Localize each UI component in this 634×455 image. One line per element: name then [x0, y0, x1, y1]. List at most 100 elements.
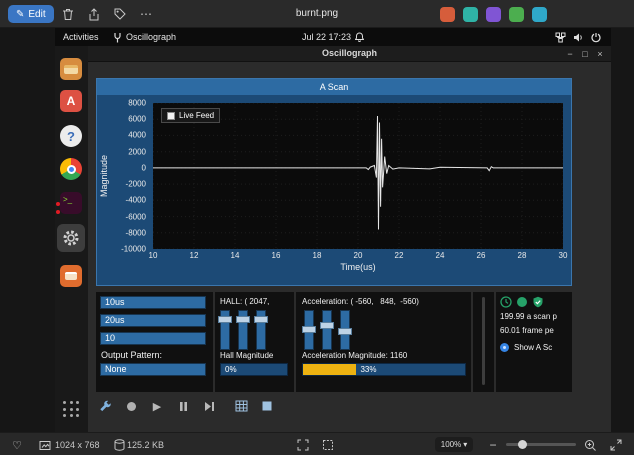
- slider-handle[interactable]: [338, 328, 352, 335]
- maximize-button[interactable]: □: [578, 47, 592, 61]
- filesize-text: 125.2 KB: [127, 440, 164, 450]
- show-a-scan-radio[interactable]: [500, 343, 509, 352]
- y-tick-label: -4000: [126, 196, 146, 205]
- x-axis-ticks: 1012141618202224262830: [153, 251, 563, 261]
- clock-menu[interactable]: Jul 22 17:23: [302, 28, 364, 46]
- panel-scrollbar[interactable]: [482, 297, 485, 385]
- play-icon[interactable]: ▶: [148, 397, 166, 415]
- zoom-out-icon[interactable]: −: [486, 438, 500, 452]
- zoom-level-value: 100%: [441, 440, 461, 449]
- network-icon[interactable]: [555, 28, 566, 46]
- timebase-10us-button[interactable]: 10us: [100, 296, 206, 309]
- scan-rate-text: 199.99 a scan p: [500, 312, 570, 321]
- timebase-20us-button[interactable]: 20us: [100, 314, 206, 327]
- zoom-slider[interactable]: [506, 443, 576, 446]
- chart-title: A Scan: [97, 79, 571, 95]
- vertical-slider[interactable]: [238, 310, 248, 350]
- focused-app-menu[interactable]: Oscillograph: [113, 28, 176, 46]
- window-body: A Scan Magnitude 80006000400020000-2000-…: [88, 62, 611, 432]
- y-tick-label: -6000: [126, 212, 146, 221]
- frame-rate-text: 60.01 frame pe: [500, 326, 570, 335]
- chevron-down-icon: ▾: [463, 440, 467, 449]
- dock-item-chrome[interactable]: [60, 158, 82, 180]
- activities-button[interactable]: Activities: [63, 28, 99, 46]
- show-applications-button[interactable]: [62, 400, 81, 419]
- skip-next-icon[interactable]: [200, 397, 218, 415]
- question-mark-icon: ?: [67, 129, 75, 144]
- taskbar-app-icon-5[interactable]: [532, 7, 547, 22]
- x-tick-label: 28: [518, 251, 527, 260]
- record-icon[interactable]: [122, 397, 140, 415]
- y-tick-label: -8000: [126, 228, 146, 237]
- slider-handle[interactable]: [236, 316, 250, 323]
- zoom-fit-best-icon[interactable]: [296, 438, 310, 452]
- dock-item-text-editor[interactable]: A: [60, 90, 82, 112]
- radio-dot: [503, 346, 506, 349]
- vertical-slider[interactable]: [220, 310, 230, 350]
- minimize-button[interactable]: −: [563, 47, 577, 61]
- zoom-slider-handle[interactable]: [518, 440, 527, 449]
- viewer-statusbar: ♡ 1024 x 768 125.2 KB 100% ▾ −: [0, 432, 634, 455]
- grid-view-icon[interactable]: [232, 397, 250, 415]
- activities-label: Activities: [63, 32, 99, 42]
- x-tick-label: 18: [313, 251, 322, 260]
- running-indicator-dot: [56, 210, 60, 214]
- slider-handle[interactable]: [254, 316, 268, 323]
- stop-icon[interactable]: [258, 397, 276, 415]
- x-tick-label: 20: [354, 251, 363, 260]
- slider-handle[interactable]: [320, 322, 334, 329]
- zoom-level-select[interactable]: 100% ▾: [435, 437, 473, 452]
- hall-progress-label: 0%: [225, 365, 237, 374]
- panel-divider: [294, 292, 296, 392]
- x-tick-label: 24: [436, 251, 445, 260]
- shield-check-icon: [532, 296, 544, 308]
- progress-fill: [303, 364, 356, 375]
- close-button[interactable]: ×: [593, 47, 607, 61]
- timebase-10-button[interactable]: 10: [100, 332, 206, 345]
- vertical-slider[interactable]: [304, 310, 314, 350]
- status-dot-icon: [517, 297, 527, 307]
- x-tick-label: 12: [190, 251, 199, 260]
- slider-handle[interactable]: [302, 326, 316, 333]
- focused-app-label: Oscillograph: [126, 32, 176, 42]
- briefcase-icon: [65, 272, 77, 280]
- wrench-icon[interactable]: [96, 397, 114, 415]
- running-indicator-dot: [56, 202, 60, 206]
- dock-item-settings[interactable]: [57, 224, 85, 252]
- dock-item-terminal[interactable]: >_: [60, 192, 82, 214]
- taskbar-app-icon-3[interactable]: [486, 7, 501, 22]
- output-pattern-label: Output Pattern:: [101, 350, 162, 360]
- y-tick-label: 6000: [128, 115, 146, 124]
- filesize-icon: [112, 438, 126, 452]
- y-tick-label: -10000: [121, 245, 146, 254]
- y-tick-label: 0: [142, 163, 146, 172]
- app-toolbar: ▶: [96, 396, 396, 416]
- plot-area: Live Feed: [153, 103, 563, 249]
- vertical-slider[interactable]: [340, 310, 350, 350]
- vertical-slider[interactable]: [322, 310, 332, 350]
- zoom-in-icon[interactable]: [583, 438, 597, 452]
- hall-values-label: HALL: ( 2047,: [220, 297, 292, 306]
- dock-item-help[interactable]: ?: [60, 125, 82, 147]
- live-feed-checkbox[interactable]: Live Feed: [161, 108, 220, 123]
- dock-item-files[interactable]: [60, 58, 82, 80]
- pause-icon[interactable]: [174, 397, 192, 415]
- output-pattern-select[interactable]: None: [100, 363, 206, 376]
- zoom-original-icon[interactable]: [321, 438, 335, 452]
- screenshot-image: Activities Oscillograph Jul 22 17:23 A ?: [55, 28, 611, 432]
- fullscreen-icon[interactable]: [609, 438, 623, 452]
- taskbar-app-icon-2[interactable]: [463, 7, 478, 22]
- taskbar-app-icon-4[interactable]: [509, 7, 524, 22]
- checkbox-icon: [167, 112, 175, 120]
- x-tick-label: 16: [272, 251, 281, 260]
- slider-handle[interactable]: [218, 316, 232, 323]
- panel-divider: [471, 292, 473, 392]
- volume-icon[interactable]: [573, 28, 584, 46]
- dimensions-icon: [38, 438, 52, 452]
- favorite-heart-icon[interactable]: ♡: [10, 438, 24, 452]
- dock-item-software[interactable]: [60, 265, 82, 287]
- x-tick-label: 22: [395, 251, 404, 260]
- taskbar-app-icon-1[interactable]: [440, 7, 455, 22]
- vertical-slider[interactable]: [256, 310, 266, 350]
- power-icon[interactable]: [591, 28, 601, 46]
